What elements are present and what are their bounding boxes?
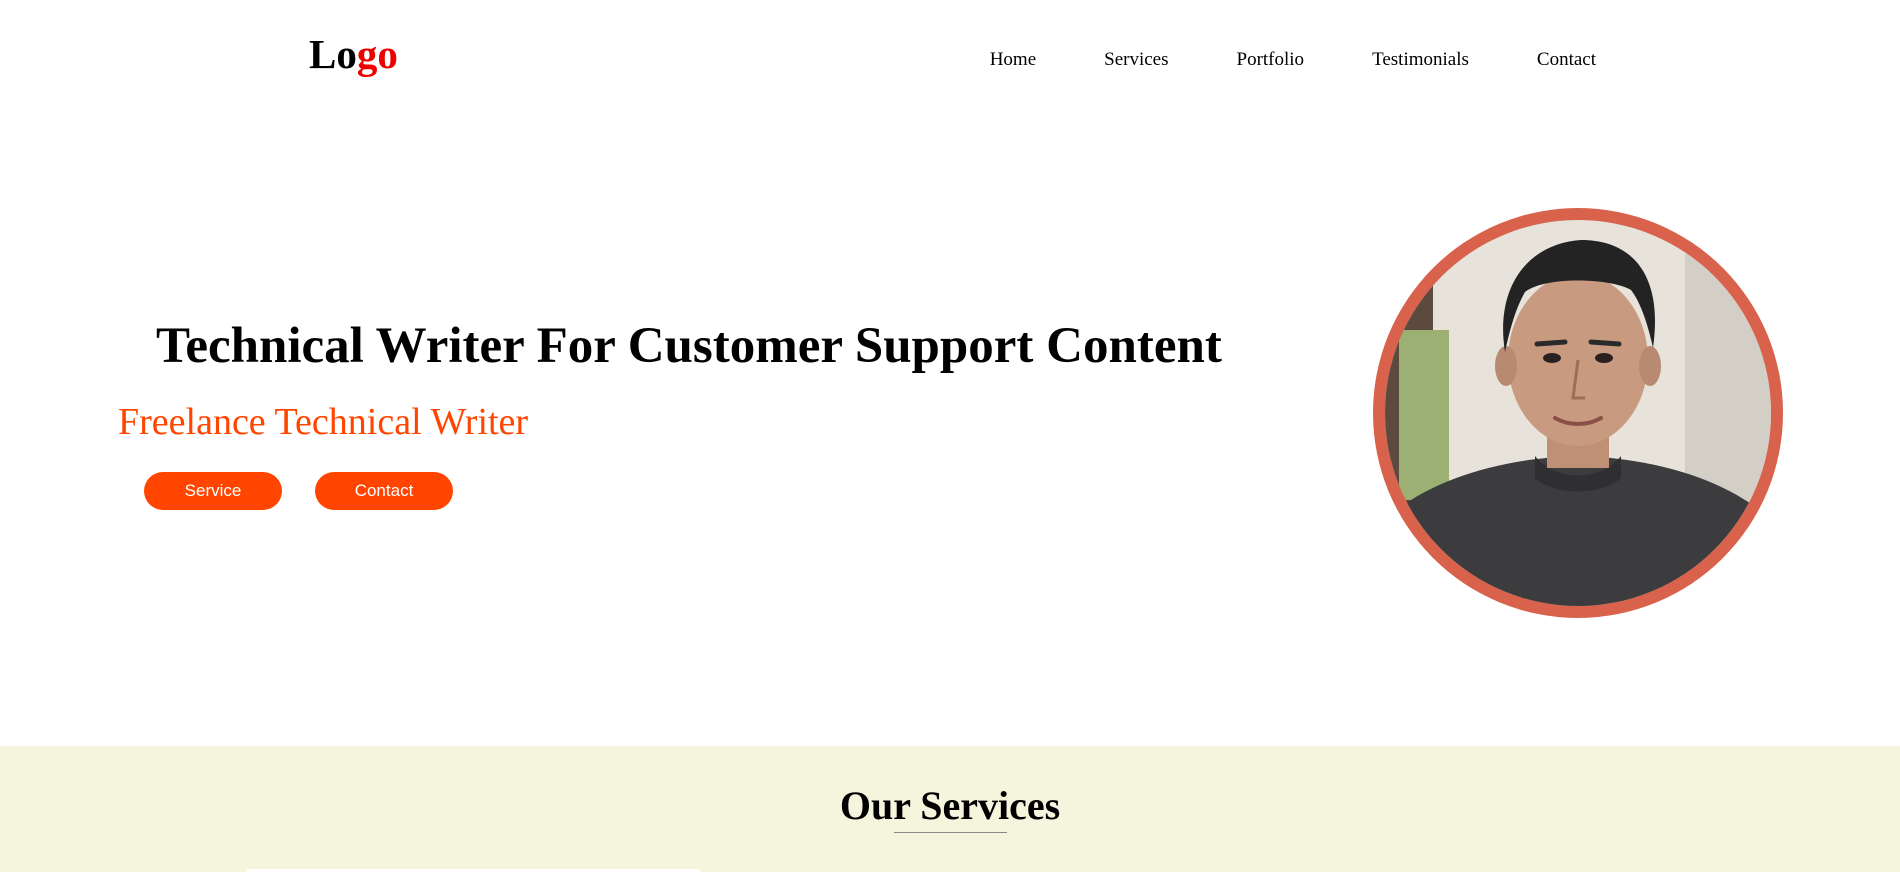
- logo[interactable]: Logo: [309, 34, 398, 75]
- nav-link-portfolio[interactable]: Portfolio: [1237, 49, 1305, 71]
- site-header: Logo Home Services Portfolio Testimonial…: [0, 0, 1900, 120]
- services-title-underline: [894, 832, 1007, 833]
- services-title: Our Services: [839, 783, 1061, 828]
- hero-subtitle: Freelance Technical Writer: [118, 401, 529, 443]
- main-nav: Home Services Portfolio Testimonials Con…: [990, 49, 1596, 71]
- nav-link-testimonials[interactable]: Testimonials: [1372, 49, 1469, 71]
- nav-link-services[interactable]: Services: [1104, 49, 1168, 71]
- services-section: Our Services: [0, 746, 1900, 872]
- logo-text-part1: Lo: [309, 31, 357, 77]
- contact-button[interactable]: Contact: [315, 472, 453, 510]
- nav-link-contact[interactable]: Contact: [1537, 49, 1596, 71]
- profile-photo: [1373, 208, 1783, 618]
- nav-link-home[interactable]: Home: [990, 49, 1036, 71]
- logo-text-part2: go: [356, 31, 398, 77]
- hero-title: Technical Writer For Customer Support Co…: [156, 318, 1222, 374]
- profile-photo-illustration: [1385, 220, 1771, 606]
- service-button[interactable]: Service: [144, 472, 282, 510]
